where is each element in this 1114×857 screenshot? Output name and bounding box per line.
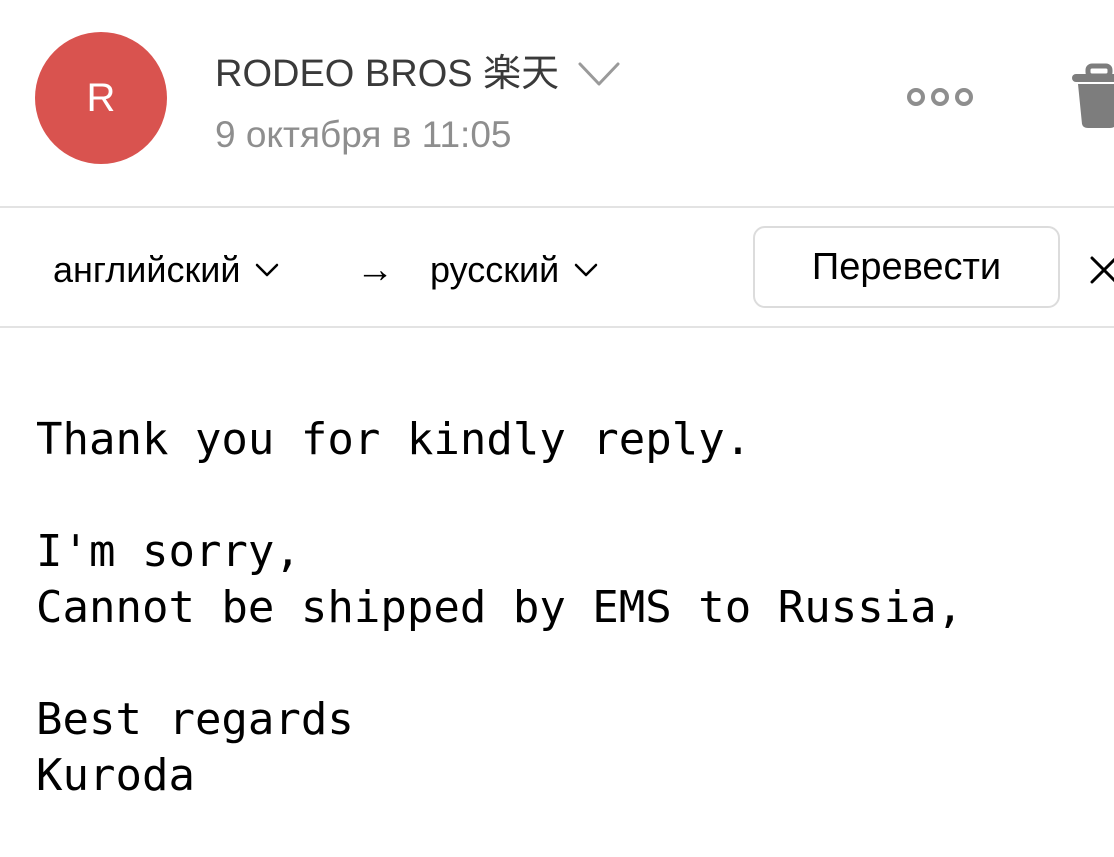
source-language-select[interactable]: английский: [53, 246, 280, 294]
message-header: R RODEO BROS 楽天 9 октября в 11:05: [0, 0, 1114, 208]
source-language-label: английский: [53, 249, 241, 290]
message-body: Thank you for kindly reply. I'm sorry, Can…: [36, 412, 1096, 804]
close-icon[interactable]: [1086, 252, 1114, 288]
message-line: I'm sorry,: [36, 526, 301, 577]
translate-button[interactable]: Перевести: [753, 226, 1060, 308]
target-language-label: русский: [430, 249, 560, 290]
message-line: Kuroda: [36, 750, 195, 801]
sender-name[interactable]: RODEO BROS 楽天: [215, 50, 559, 98]
translate-bar: английский → русский Перевести: [0, 208, 1114, 328]
message-line: Thank you for kindly reply.: [36, 414, 752, 465]
chevron-down-icon: [574, 263, 598, 277]
more-icon[interactable]: [900, 82, 980, 112]
message-line: [36, 636, 1096, 692]
avatar-letter: R: [86, 75, 116, 120]
sender-row[interactable]: RODEO BROS 楽天: [215, 50, 621, 98]
message-line: Cannot be shipped by EMS to Russia,: [36, 582, 964, 633]
chevron-down-icon[interactable]: [577, 60, 621, 88]
message-line: Best regards: [36, 694, 354, 745]
chevron-down-icon: [256, 263, 279, 277]
sent-date: 9 октября в 11:05: [215, 114, 512, 155]
target-language-select[interactable]: русский: [430, 246, 599, 294]
arrow-right-icon: →: [356, 249, 394, 291]
message-line: [36, 468, 1096, 524]
avatar[interactable]: R: [35, 32, 167, 164]
trash-icon[interactable]: [1064, 62, 1114, 132]
